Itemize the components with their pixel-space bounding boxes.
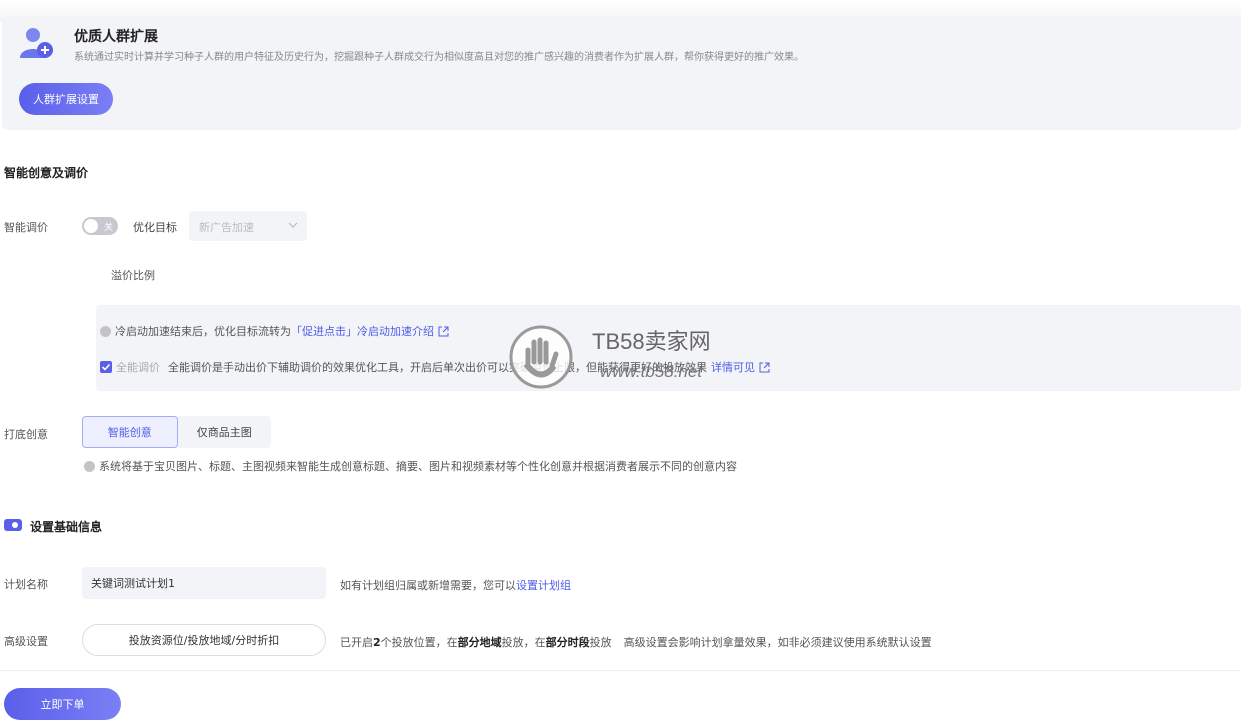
creative-segmented-control: 智能创意 仅商品主图 bbox=[82, 416, 271, 448]
adv-position-count: 2 bbox=[373, 636, 381, 649]
plan-name-label: 计划名称 bbox=[4, 578, 48, 591]
full-bid-checkbox[interactable] bbox=[100, 361, 112, 373]
seg-main-image-only[interactable]: 仅商品主图 bbox=[178, 416, 272, 448]
toggle-knob bbox=[84, 219, 98, 233]
banner-title: 优质人群扩展 bbox=[74, 29, 158, 45]
watermark: TB58卖家网 www.tb58.net bbox=[500, 322, 740, 390]
goal-select-value: 新广告加速 bbox=[199, 221, 254, 234]
watermark-title: TB58卖家网 bbox=[592, 329, 711, 354]
plan-group-hint: 如有计划组归属或新增需要，您可以设置计划组 bbox=[340, 577, 571, 593]
crowd-expansion-settings-button[interactable]: 人群扩展设置 bbox=[19, 83, 113, 115]
divider bbox=[0, 670, 1241, 671]
place-order-button[interactable]: 立即下单 bbox=[4, 688, 121, 720]
advanced-settings-button[interactable]: 投放资源位/投放地域/分时折扣 bbox=[82, 624, 326, 656]
smart-section-title: 智能创意及调价 bbox=[4, 166, 89, 180]
adv-summary-text: 个投放位置，在 bbox=[380, 636, 458, 649]
premium-ratio-label: 溢价比例 bbox=[111, 269, 155, 282]
adv-region: 部分地域 bbox=[457, 636, 502, 649]
creative-label: 打底创意 bbox=[4, 428, 48, 441]
info-icon bbox=[100, 325, 111, 337]
check-icon bbox=[101, 363, 111, 371]
cold-start-info: 冷启动加速结束后，优化目标流转为 「促进点击」冷启动加速介绍 bbox=[100, 323, 449, 339]
cold-start-link[interactable]: 「促进点击」冷启动加速介绍 bbox=[291, 323, 434, 339]
creative-hint: 系统将基于宝贝图片、标题、主图视频来智能生成创意标题、摘要、图片和视频素材等个性… bbox=[84, 458, 737, 474]
section-tag-icon bbox=[4, 519, 22, 531]
adv-summary-text: 投放 bbox=[589, 636, 612, 649]
toggle-state-text: 关 bbox=[103, 223, 113, 233]
smart-bid-label: 智能调价 bbox=[4, 221, 48, 234]
plan-group-hint-text: 如有计划组归属或新增需要，您可以 bbox=[340, 579, 516, 592]
crowd-expansion-banner: 优质人群扩展 系统通过实时计算并学习种子人群的用户特征及历史行为，挖掘跟种子人群… bbox=[2, 16, 1241, 130]
info-icon bbox=[84, 460, 95, 472]
seg-smart-creative[interactable]: 智能创意 bbox=[82, 416, 178, 448]
crowd-users-icon bbox=[20, 28, 53, 58]
external-link-icon[interactable] bbox=[759, 362, 770, 373]
set-plan-group-link[interactable]: 设置计划组 bbox=[516, 579, 571, 592]
full-bid-label: 全能调价 bbox=[116, 361, 160, 374]
adv-summary-text: 投放，在 bbox=[501, 636, 546, 649]
watermark-url: www.tb58.net bbox=[600, 362, 703, 381]
plan-name-input[interactable] bbox=[82, 567, 326, 599]
smart-bid-toggle[interactable]: 关 bbox=[82, 217, 118, 235]
chevron-down-icon bbox=[288, 222, 298, 228]
banner-description: 系统通过实时计算并学习种子人群的用户特征及历史行为，挖掘跟种子人群成交行为相似度… bbox=[74, 52, 804, 63]
goal-select[interactable]: 新广告加速 bbox=[189, 211, 307, 241]
creative-hint-text: 系统将基于宝贝图片、标题、主图视频来智能生成创意标题、摘要、图片和视频素材等个性… bbox=[99, 460, 737, 473]
advanced-settings-summary: 已开启2个投放位置，在部分地域投放，在部分时段投放 高级设置会影响计划拿量效果，如… bbox=[340, 634, 932, 650]
adv-note: 高级设置会影响计划拿量效果，如非必须建议使用系统默认设置 bbox=[623, 636, 932, 649]
goal-label: 优化目标 bbox=[133, 221, 177, 234]
basic-section-title: 设置基础信息 bbox=[30, 520, 103, 534]
watermark-hand-logo bbox=[509, 325, 573, 389]
cold-start-text: 冷启动加速结束后，优化目标流转为 bbox=[115, 325, 291, 338]
adv-time: 部分时段 bbox=[545, 636, 590, 649]
adv-summary-text: 已开启 bbox=[340, 636, 373, 649]
advanced-settings-label: 高级设置 bbox=[4, 635, 48, 648]
external-link-icon[interactable] bbox=[438, 326, 449, 337]
